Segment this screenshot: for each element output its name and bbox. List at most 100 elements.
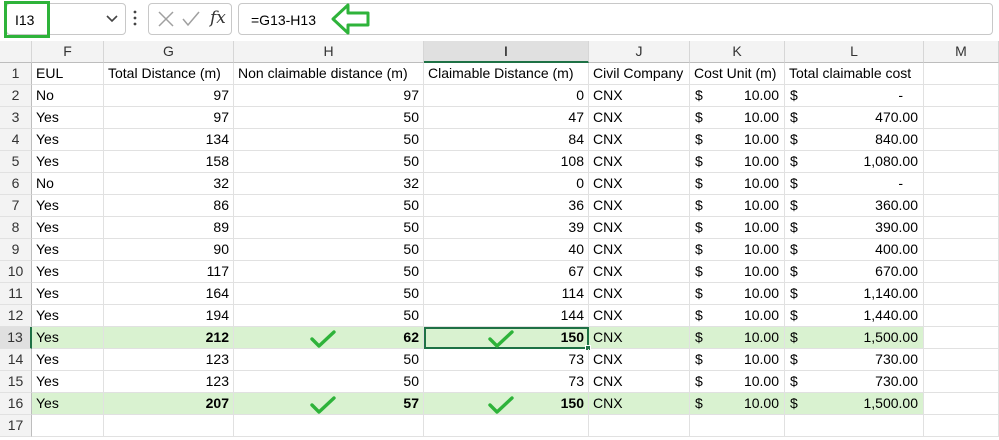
non-claimable-cell[interactable]: 50 [234,129,424,151]
cell[interactable] [924,173,999,195]
total-distance-cell[interactable]: 194 [104,305,234,327]
cost-unit-cell[interactable]: $10.00 [690,217,785,239]
column-header-f[interactable]: F [32,41,104,63]
close-icon[interactable] [157,10,175,28]
non-claimable-cell[interactable] [234,415,424,437]
row-number[interactable]: 7 [0,195,32,217]
claimable-distance-cell[interactable]: 73 [424,371,589,393]
total-cost-cell[interactable]: $470.00 [785,107,924,129]
claimable-distance-cell[interactable]: 73 [424,349,589,371]
cell[interactable] [924,63,999,85]
total-cost-cell[interactable]: $730.00 [785,371,924,393]
civil-company-cell[interactable]: CNX [589,239,690,261]
claimable-distance-cell[interactable]: 0 [424,173,589,195]
non-claimable-cell[interactable]: 50 [234,217,424,239]
claimable-distance-cell[interactable]: 108 [424,151,589,173]
total-cost-cell[interactable]: $ - [785,173,924,195]
civil-company-cell[interactable]: CNX [589,349,690,371]
cell[interactable] [924,85,999,107]
cost-unit-cell[interactable] [690,415,785,437]
eul-cell[interactable]: Yes [32,283,104,305]
cost-unit-cell[interactable]: $10.00 [690,129,785,151]
cost-unit-cell[interactable]: $10.00 [690,173,785,195]
select-all-corner[interactable] [0,41,32,63]
cell[interactable] [924,261,999,283]
cost-unit-cell[interactable]: $10.00 [690,261,785,283]
row-number[interactable]: 9 [0,239,32,261]
cost-unit-cell[interactable]: $10.00 [690,239,785,261]
eul-cell[interactable]: Yes [32,261,104,283]
claimable-distance-cell[interactable]: 40 [424,239,589,261]
header-cell-f[interactable]: EUL [32,63,104,85]
civil-company-cell[interactable]: CNX [589,327,690,349]
header-cell-l[interactable]: Total claimable cost [785,63,924,85]
cost-unit-cell[interactable]: $10.00 [690,393,785,415]
total-distance-cell[interactable]: 134 [104,129,234,151]
column-header-i[interactable]: I [424,41,589,63]
cell[interactable] [924,195,999,217]
cell[interactable] [924,305,999,327]
total-distance-cell[interactable]: 123 [104,371,234,393]
header-cell-i[interactable]: Claimable Distance (m) [424,63,589,85]
total-distance-cell[interactable]: 117 [104,261,234,283]
cost-unit-cell[interactable]: $10.00 [690,195,785,217]
column-header-l[interactable]: L [785,41,924,63]
total-distance-cell[interactable]: 207 [104,393,234,415]
checkmark-icon[interactable] [182,10,200,28]
cell[interactable] [924,151,999,173]
total-cost-cell[interactable]: $400.00 [785,239,924,261]
row-number[interactable]: 6 [0,173,32,195]
eul-cell[interactable]: Yes [32,195,104,217]
civil-company-cell[interactable]: CNX [589,371,690,393]
cell[interactable] [924,239,999,261]
eul-cell[interactable]: Yes [32,151,104,173]
civil-company-cell[interactable]: CNX [589,85,690,107]
claimable-distance-cell[interactable]: 0 [424,85,589,107]
eul-cell[interactable]: Yes [32,393,104,415]
cell[interactable] [924,349,999,371]
total-distance-cell[interactable]: 32 [104,173,234,195]
eul-cell[interactable]: Yes [32,239,104,261]
header-cell-k[interactable]: Cost Unit (m) [690,63,785,85]
cost-unit-cell[interactable]: $10.00 [690,283,785,305]
eul-cell[interactable]: Yes [32,305,104,327]
claimable-distance-cell[interactable]: 84 [424,129,589,151]
total-cost-cell[interactable]: $1,440.00 [785,305,924,327]
row-number[interactable]: 13 [0,327,32,349]
total-distance-cell[interactable] [104,415,234,437]
total-cost-cell[interactable]: $1,080.00 [785,151,924,173]
claimable-distance-cell[interactable]: 36 [424,195,589,217]
chevron-down-icon[interactable] [103,7,121,31]
column-header-m[interactable]: M [924,41,999,63]
row-number[interactable]: 1 [0,63,32,85]
fx-icon[interactable]: fx [210,8,226,28]
row-number[interactable]: 10 [0,261,32,283]
row-number[interactable]: 11 [0,283,32,305]
claimable-distance-cell[interactable]: 144 [424,305,589,327]
non-claimable-cell[interactable]: 50 [234,261,424,283]
civil-company-cell[interactable]: CNX [589,107,690,129]
header-cell-h[interactable]: Non claimable distance (m) [234,63,424,85]
cost-unit-cell[interactable]: $10.00 [690,371,785,393]
row-number[interactable]: 3 [0,107,32,129]
non-claimable-cell[interactable]: 50 [234,239,424,261]
non-claimable-cell[interactable]: 50 [234,195,424,217]
non-claimable-cell[interactable]: 50 [234,151,424,173]
cell[interactable] [924,107,999,129]
civil-company-cell[interactable]: CNX [589,173,690,195]
cell[interactable] [924,327,999,349]
total-cost-cell[interactable]: $1,140.00 [785,283,924,305]
total-cost-cell[interactable]: $670.00 [785,261,924,283]
row-number[interactable]: 17 [0,415,32,437]
non-claimable-cell[interactable]: 32 [234,173,424,195]
eul-cell[interactable]: Yes [32,107,104,129]
total-distance-cell[interactable]: 212 [104,327,234,349]
total-cost-cell[interactable]: $ - [785,85,924,107]
column-header-k[interactable]: K [690,41,785,63]
cell[interactable] [924,283,999,305]
civil-company-cell[interactable]: CNX [589,151,690,173]
row-number[interactable]: 16 [0,393,32,415]
cell[interactable] [924,217,999,239]
eul-cell[interactable]: No [32,85,104,107]
row-number[interactable]: 12 [0,305,32,327]
